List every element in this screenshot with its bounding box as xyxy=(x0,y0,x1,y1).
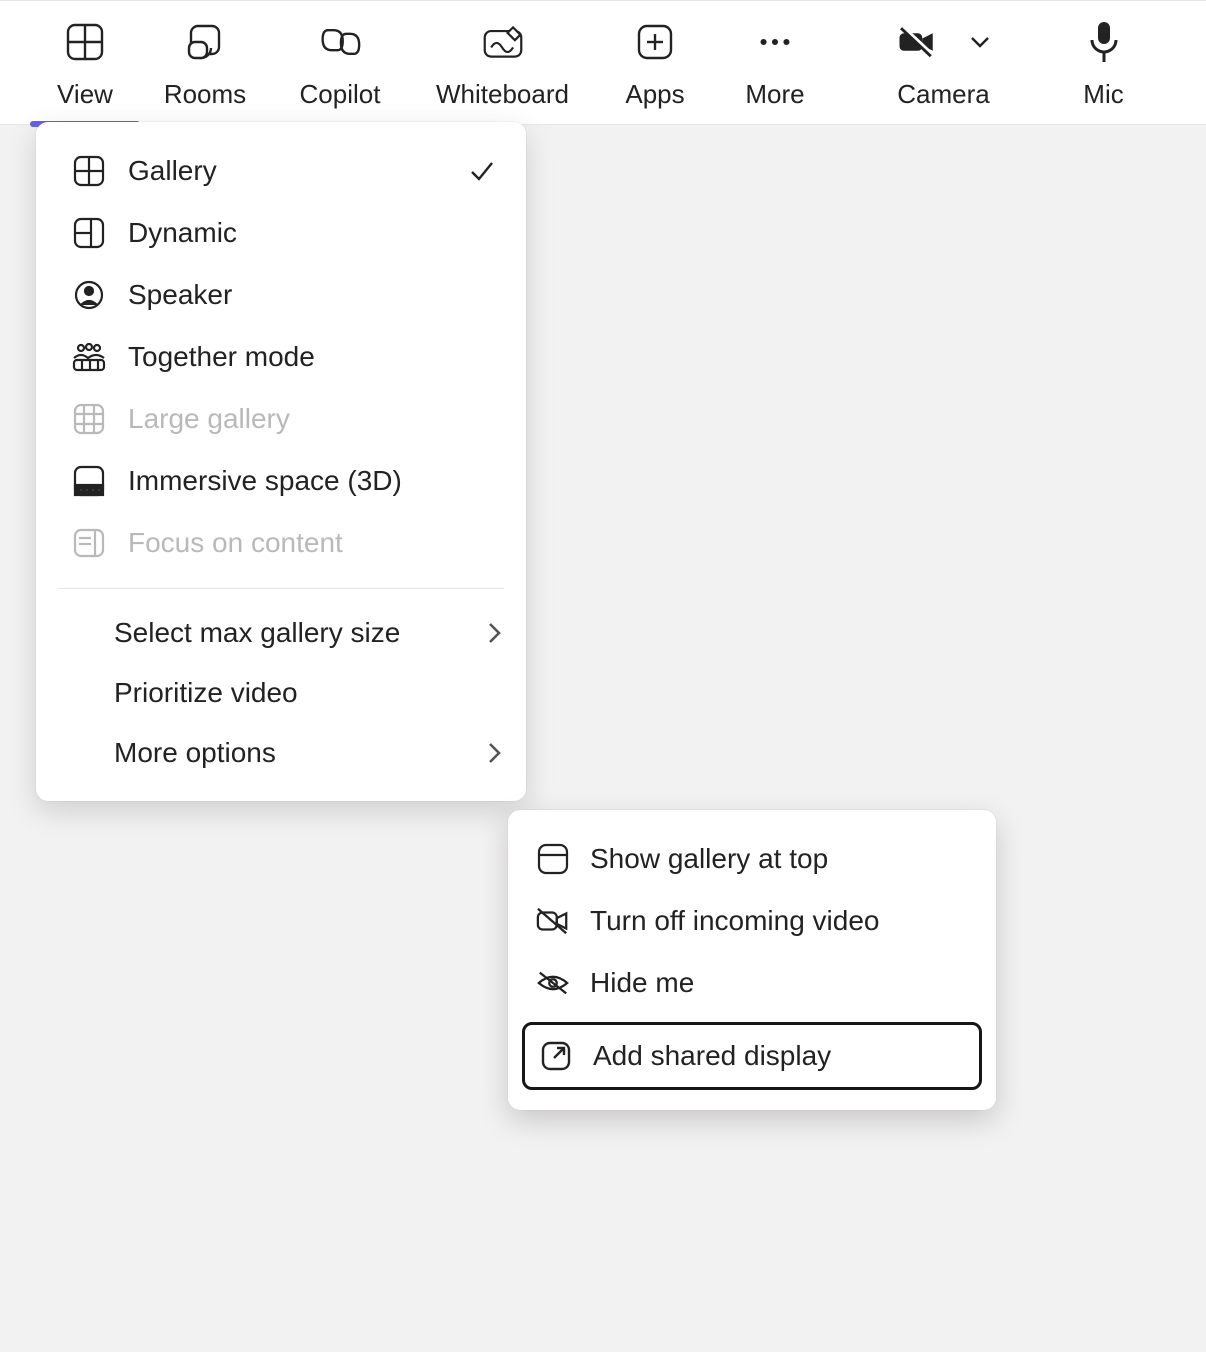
menu-item-select-max[interactable]: Select max gallery size xyxy=(36,603,526,663)
more-options-submenu: Show gallery at top Turn off incoming vi… xyxy=(508,810,996,1110)
menu-label: Together mode xyxy=(128,341,315,373)
more-button[interactable]: More xyxy=(715,1,835,124)
menu-item-prioritize-video[interactable]: Prioritize video xyxy=(36,663,526,723)
video-off-icon xyxy=(536,904,570,938)
menu-label: Select max gallery size xyxy=(114,617,400,649)
apps-button[interactable]: Apps xyxy=(595,1,715,124)
mic-button[interactable]: Mic xyxy=(1031,1,1176,124)
view-button[interactable]: View xyxy=(30,1,140,124)
menu-label: Gallery xyxy=(128,155,217,187)
apps-label: Apps xyxy=(625,79,684,110)
whiteboard-label: Whiteboard xyxy=(436,79,569,110)
check-icon xyxy=(468,157,496,185)
menu-item-immersive[interactable]: Immersive space (3D) xyxy=(36,450,526,512)
more-label: More xyxy=(745,79,804,110)
apps-icon xyxy=(634,21,676,63)
menu-label: Prioritize video xyxy=(114,677,298,709)
gallery-top-icon xyxy=(536,842,570,876)
ellipsis-icon xyxy=(754,21,796,63)
submenu-item-hide-me[interactable]: Hide me xyxy=(508,952,996,1014)
rooms-button[interactable]: Rooms xyxy=(140,1,270,124)
chevron-right-icon xyxy=(484,620,504,646)
camera-off-icon xyxy=(896,21,938,63)
camera-button[interactable]: Camera xyxy=(856,1,1031,124)
copilot-button[interactable]: Copilot xyxy=(270,1,410,124)
camera-label: Camera xyxy=(897,79,989,110)
rooms-label: Rooms xyxy=(164,79,246,110)
focus-content-icon xyxy=(72,526,106,560)
submenu-item-turn-off-video[interactable]: Turn off incoming video xyxy=(508,890,996,952)
menu-item-large-gallery: Large gallery xyxy=(36,388,526,450)
mic-label: Mic xyxy=(1083,79,1123,110)
menu-label: Dynamic xyxy=(128,217,237,249)
menu-item-together[interactable]: Together mode xyxy=(36,326,526,388)
chevron-down-icon[interactable] xyxy=(968,30,992,54)
together-icon xyxy=(72,340,106,374)
menu-separator xyxy=(58,588,504,589)
immersive-icon xyxy=(72,464,106,498)
view-menu: Gallery Dynamic Speaker xyxy=(36,122,526,801)
grid-icon xyxy=(64,21,106,63)
large-gallery-icon xyxy=(72,402,106,436)
submenu-item-show-top[interactable]: Show gallery at top xyxy=(508,828,996,890)
menu-item-more-options[interactable]: More options xyxy=(36,723,526,783)
submenu-label: Hide me xyxy=(590,967,694,999)
submenu-item-add-shared-display[interactable]: Add shared display xyxy=(522,1022,982,1090)
copilot-label: Copilot xyxy=(300,79,381,110)
menu-label: More options xyxy=(114,737,276,769)
gallery-icon xyxy=(72,154,106,188)
menu-item-focus-content: Focus on content xyxy=(36,512,526,574)
menu-label: Focus on content xyxy=(128,527,343,559)
menu-item-speaker[interactable]: Speaker xyxy=(36,264,526,326)
menu-label: Immersive space (3D) xyxy=(128,465,402,497)
copilot-icon xyxy=(319,21,361,63)
menu-label: Speaker xyxy=(128,279,232,311)
rooms-icon xyxy=(184,21,226,63)
submenu-label: Turn off incoming video xyxy=(590,905,880,937)
speaker-icon xyxy=(72,278,106,312)
whiteboard-icon xyxy=(482,21,524,63)
submenu-label: Add shared display xyxy=(593,1040,831,1072)
view-label: View xyxy=(57,79,113,110)
menu-item-dynamic[interactable]: Dynamic xyxy=(36,202,526,264)
whiteboard-button[interactable]: Whiteboard xyxy=(410,1,595,124)
chevron-right-icon xyxy=(484,740,504,766)
menu-item-gallery[interactable]: Gallery xyxy=(36,140,526,202)
submenu-label: Show gallery at top xyxy=(590,843,828,875)
popout-icon xyxy=(539,1039,573,1073)
eye-off-icon xyxy=(536,966,570,1000)
menu-label: Large gallery xyxy=(128,403,290,435)
mic-icon xyxy=(1083,21,1125,63)
meeting-toolbar: View Rooms Copilot Whit xyxy=(0,0,1206,125)
dynamic-icon xyxy=(72,216,106,250)
